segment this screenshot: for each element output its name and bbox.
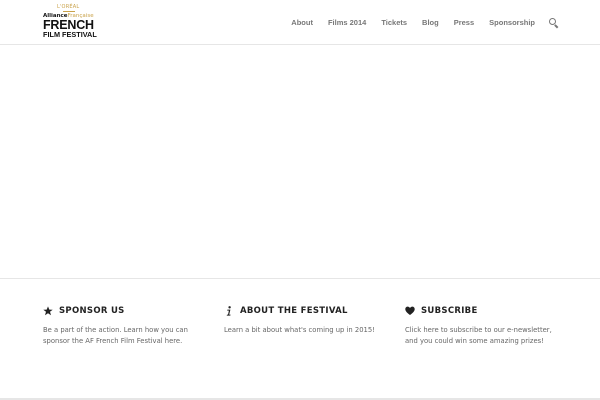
footer-widgets: SPONSOR US Be a part of the action. Lear… [0,280,600,400]
nav-item-films-2014[interactable]: Films 2014 [328,18,366,27]
widget-sponsor: SPONSOR US Be a part of the action. Lear… [43,305,203,347]
site-logo[interactable]: L'ORÉAL AllianceFrançaise FRENCH FILM FE… [43,4,99,40]
hero-area [0,45,600,279]
nav-item-blog[interactable]: Blog [422,18,439,27]
widget-about-title: ABOUT THE FESTIVAL [240,306,348,316]
main-nav: About Films 2014 Tickets Blog Press Spon… [276,0,558,45]
widget-subscribe-title: SUBSCRIBE [421,306,478,316]
widget-about: ABOUT THE FESTIVAL Learn a bit about wha… [224,305,384,336]
heart-icon [405,306,415,315]
site-header: L'ORÉAL AllianceFrançaise FRENCH FILM FE… [0,0,600,45]
nav-item-press[interactable]: Press [454,18,474,27]
widget-sponsor-title: SPONSOR US [59,306,125,316]
widget-sponsor-text[interactable]: Be a part of the action. Learn how you c… [43,325,203,347]
search-icon[interactable] [549,18,558,27]
logo-rule [63,11,75,12]
nav-item-sponsorship[interactable]: Sponsorship [489,18,535,27]
widget-about-text[interactable]: Learn a bit about what's coming up in 20… [224,325,384,336]
nav-item-about[interactable]: About [291,18,313,27]
star-icon [43,306,53,316]
widget-subscribe-head[interactable]: SUBSCRIBE [405,305,565,317]
widget-subscribe: SUBSCRIBE Click here to subscribe to our… [405,305,565,347]
widget-about-head[interactable]: ABOUT THE FESTIVAL [224,305,384,317]
widget-sponsor-head[interactable]: SPONSOR US [43,305,203,317]
widget-subscribe-text[interactable]: Click here to subscribe to our e-newslet… [405,325,565,347]
logo-brand: L'ORÉAL [57,4,80,10]
nav-item-tickets[interactable]: Tickets [381,18,407,27]
logo-line2: FILM FESTIVAL [43,30,97,39]
info-icon [226,306,231,316]
